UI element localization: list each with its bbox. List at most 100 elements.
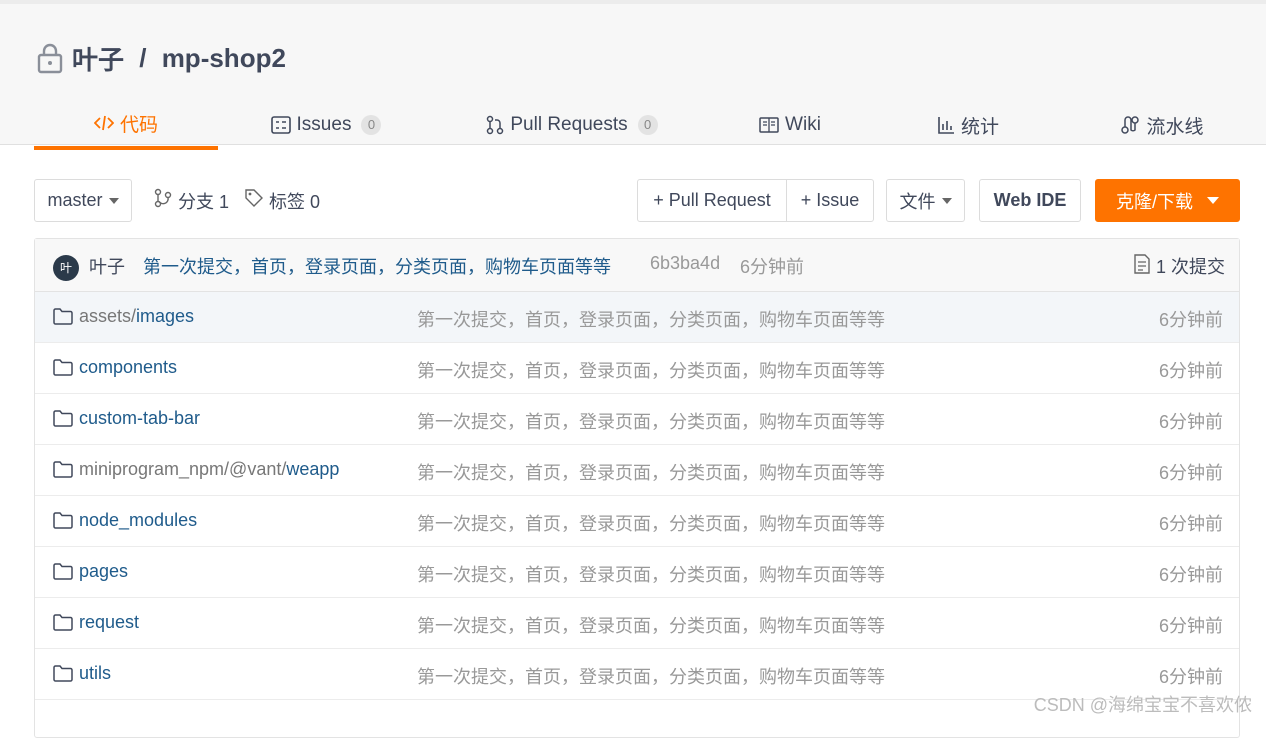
tags-label: 标签 0: [269, 191, 321, 212]
latest-commit-bar: 叶 叶子 第一次提交，首页，登录页面，分类页面，购物车页面等等 6b3ba4d …: [35, 239, 1239, 292]
branches-label: 分支 1: [178, 191, 230, 212]
branch-select[interactable]: master: [34, 179, 132, 222]
file-path-prefix: miniprogram_npm/@vant/: [79, 459, 287, 479]
file-menu-label: 文件: [899, 191, 936, 212]
web-ide-label: Web IDE: [993, 190, 1067, 210]
table-row[interactable]: miniprogram_npm/@vant/weapp 第一次提交，首页，登录页面…: [35, 445, 1239, 496]
table-row[interactable]: assets/images 第一次提交，首页，登录页面，分类页面，购物车页面等等 6…: [35, 292, 1239, 343]
table-row[interactable]: components 第一次提交，首页，登录页面，分类页面，购物车页面等等 6分钟前: [35, 343, 1239, 394]
file-name: node_modules: [79, 510, 198, 530]
tab-label: Pull Requests: [510, 114, 628, 135]
tab-pull-requests[interactable]: Pull Requests 0: [482, 100, 662, 150]
repo-separator: /: [132, 42, 154, 73]
file-commit-time: 6分钟前: [1158, 463, 1223, 483]
file-commit-message[interactable]: 第一次提交，首页，登录页面，分类页面，购物车页面等等: [417, 561, 885, 587]
commit-count-link[interactable]: 1 次提交: [1134, 253, 1225, 279]
tab-label: 代码: [119, 114, 158, 136]
tab-issues[interactable]: Issues 0: [266, 100, 386, 150]
file-name: weapp: [286, 459, 340, 479]
file-commit-message[interactable]: 第一次提交，首页，登录页面，分类页面，购物车页面等等: [417, 663, 885, 689]
folder-icon: [53, 665, 73, 687]
commit-time: 6分钟前: [740, 257, 805, 277]
tab-label: 统计: [960, 116, 999, 138]
folder-icon: [53, 308, 73, 330]
branch-select-value: master: [47, 190, 103, 210]
file-commit-message[interactable]: 第一次提交，首页，登录页面，分类页面，购物车页面等等: [417, 408, 885, 434]
folder-icon: [53, 410, 73, 432]
table-row[interactable]: request 第一次提交，首页，登录页面，分类页面，购物车页面等等 6分钟前: [35, 598, 1239, 649]
folder-icon: [53, 563, 73, 585]
file-commit-time: 6分钟前: [1158, 412, 1223, 432]
web-ide-button[interactable]: Web IDE: [979, 179, 1081, 222]
file-name-link[interactable]: pages: [79, 561, 128, 582]
branch-icon: [154, 188, 172, 213]
file-commit-time: 6分钟前: [1158, 565, 1223, 585]
commit-author[interactable]: 叶子: [89, 253, 125, 279]
commit-message-link[interactable]: 第一次提交，首页，登录页面，分类页面，购物车页面等等: [143, 253, 611, 279]
file-name: request: [79, 612, 140, 632]
table-row[interactable]: custom-tab-bar 第一次提交，首页，登录页面，分类页面，购物车页面等等…: [35, 394, 1239, 445]
stats-icon: [937, 116, 955, 134]
file-commit-message[interactable]: 第一次提交，首页，登录页面，分类页面，购物车页面等等: [417, 357, 885, 383]
branches-link[interactable]: 分支 1: [154, 179, 229, 222]
watermark: CSDN @海绵宝宝不喜欢侬: [1033, 695, 1252, 715]
issues-icon: [270, 116, 291, 134]
file-name: custom-tab-bar: [79, 408, 201, 428]
file-menu-button[interactable]: 文件: [886, 179, 965, 222]
lock-icon: [36, 42, 64, 74]
file-commit-time: 6分钟前: [1158, 616, 1223, 636]
code-icon: [93, 114, 114, 132]
file-commit-time: 6分钟前: [1158, 310, 1223, 330]
folder-icon: [53, 359, 73, 381]
new-pull-request-button[interactable]: + Pull Request: [637, 179, 787, 222]
repo-toolbar: master 分支 1 标签 0 + Pull Request + Issue …: [34, 179, 1240, 222]
issues-count-badge: 0: [361, 115, 382, 135]
folder-icon: [53, 512, 73, 534]
file-commit-message[interactable]: 第一次提交，首页，登录页面，分类页面，购物车页面等等: [417, 612, 885, 638]
tab-label: Issues: [296, 114, 352, 135]
file-name-link[interactable]: request: [79, 612, 139, 633]
tab-label: 流水线: [1146, 116, 1204, 138]
table-row[interactable]: node_modules 第一次提交，首页，登录页面，分类页面，购物车页面等等 6分…: [35, 496, 1239, 547]
tab-label: Wiki: [785, 114, 821, 135]
file-name-link[interactable]: custom-tab-bar: [79, 408, 200, 429]
file-name-link[interactable]: utils: [79, 663, 111, 684]
file-name-link[interactable]: miniprogram_npm/@vant/weapp: [79, 459, 339, 480]
file-commit-time: 6分钟前: [1158, 361, 1223, 381]
repo-owner[interactable]: 叶子: [72, 40, 124, 77]
chevron-down-icon: [1207, 197, 1219, 204]
file-commit-message[interactable]: 第一次提交，首页，登录页面，分类页面，购物车页面等等: [417, 306, 885, 332]
new-pull-request-label: + Pull Request: [653, 190, 771, 210]
tab-wiki[interactable]: Wiki: [748, 100, 832, 150]
tab-pipeline[interactable]: 流水线: [1110, 100, 1214, 150]
repo-tabs: 代码 Issues 0 Pull Requests 0 Wiki 统计 流水线: [34, 100, 1266, 150]
file-list: 叶 叶子 第一次提交，首页，登录页面，分类页面，购物车页面等等 6b3ba4d …: [34, 238, 1240, 738]
pipeline-icon: [1120, 115, 1140, 135]
file-name-link[interactable]: node_modules: [79, 510, 197, 531]
commit-count-label: 1 次提交: [1155, 257, 1225, 277]
folder-icon: [53, 614, 73, 636]
tags-link[interactable]: 标签 0: [245, 179, 320, 222]
clone-download-button[interactable]: 克隆/下载: [1095, 179, 1240, 222]
chevron-down-icon: [108, 197, 119, 204]
file-name-link[interactable]: assets/images: [79, 306, 194, 327]
clone-download-label: 克隆/下载: [1115, 191, 1193, 212]
pull-request-icon: [486, 115, 504, 135]
wiki-icon: [759, 117, 779, 133]
repo-name[interactable]: mp-shop2: [162, 43, 286, 74]
file-name: utils: [79, 663, 112, 683]
file-commit-message[interactable]: 第一次提交，首页，登录页面，分类页面，购物车页面等等: [417, 510, 885, 536]
file-commit-message[interactable]: 第一次提交，首页，登录页面，分类页面，购物车页面等等: [417, 459, 885, 485]
new-issue-label: + Issue: [800, 190, 860, 210]
file-name-link[interactable]: components: [79, 357, 177, 378]
tab-stats[interactable]: 统计: [928, 100, 1008, 150]
pull-requests-count-badge: 0: [637, 115, 658, 135]
avatar[interactable]: 叶: [53, 255, 79, 281]
commits-icon: [1134, 253, 1150, 279]
new-issue-button[interactable]: + Issue: [786, 179, 874, 222]
file-commit-time: 6分钟前: [1158, 667, 1223, 687]
commit-sha[interactable]: 6b3ba4d: [650, 253, 720, 274]
tab-code[interactable]: 代码: [34, 100, 218, 150]
table-row[interactable]: pages 第一次提交，首页，登录页面，分类页面，购物车页面等等 6分钟前: [35, 547, 1239, 598]
tag-icon: [245, 189, 263, 212]
